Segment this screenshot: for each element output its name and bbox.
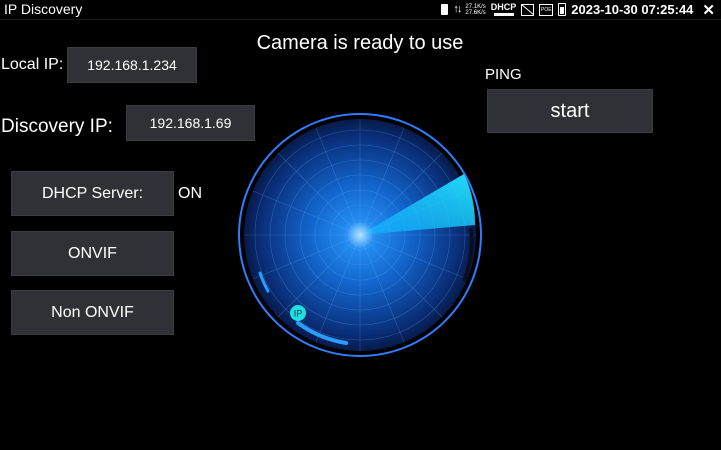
onvif-button[interactable]: ONVIF [11, 231, 174, 276]
dhcp-badge-label: DHCP [490, 2, 517, 12]
discovery-ip-field[interactable]: 192.168.1.69 [126, 105, 255, 141]
network-rate: 27.1K/s 27.6K/s [465, 4, 485, 16]
dhcp-bar [493, 13, 514, 16]
status-icons: ↑↓ 27.1K/s 27.6K/s DHCP POE 2023-10-30 0… [441, 0, 715, 19]
net-down-rate: 27.6K/s [465, 9, 486, 16]
dhcp-server-state: ON [178, 185, 202, 202]
dhcp-server-button[interactable]: DHCP Server: [11, 171, 174, 216]
start-button[interactable]: start [487, 89, 653, 133]
local-ip-field[interactable]: 192.168.1.234 [67, 47, 197, 83]
non-onvif-button[interactable]: Non ONVIF [11, 290, 174, 335]
radar-graphic: IP [238, 113, 482, 357]
sd-card-icon [441, 4, 449, 15]
close-icon[interactable]: ✕ [702, 1, 715, 19]
app-title: IP Discovery [4, 1, 83, 17]
radar-ip-marker-label: IP [294, 309, 303, 319]
poe-icon: POE [539, 3, 554, 16]
discovery-ip-label: Discovery IP: [1, 116, 113, 137]
battery-icon [558, 3, 567, 16]
datetime: 2023-10-30 07:25:44 [571, 2, 694, 17]
dhcp-status-icon: DHCP [490, 2, 517, 16]
transfer-arrows-icon: ↑↓ [453, 3, 462, 15]
ping-label: PING [485, 66, 522, 83]
radar-center-glow [346, 221, 374, 249]
no-signal-icon [521, 3, 535, 16]
status-message: Camera is ready to use [256, 32, 464, 54]
status-bar: IP Discovery ↑↓ 27.1K/s 27.6K/s DHCP POE… [0, 0, 721, 20]
local-ip-label: Local IP: [1, 56, 64, 73]
